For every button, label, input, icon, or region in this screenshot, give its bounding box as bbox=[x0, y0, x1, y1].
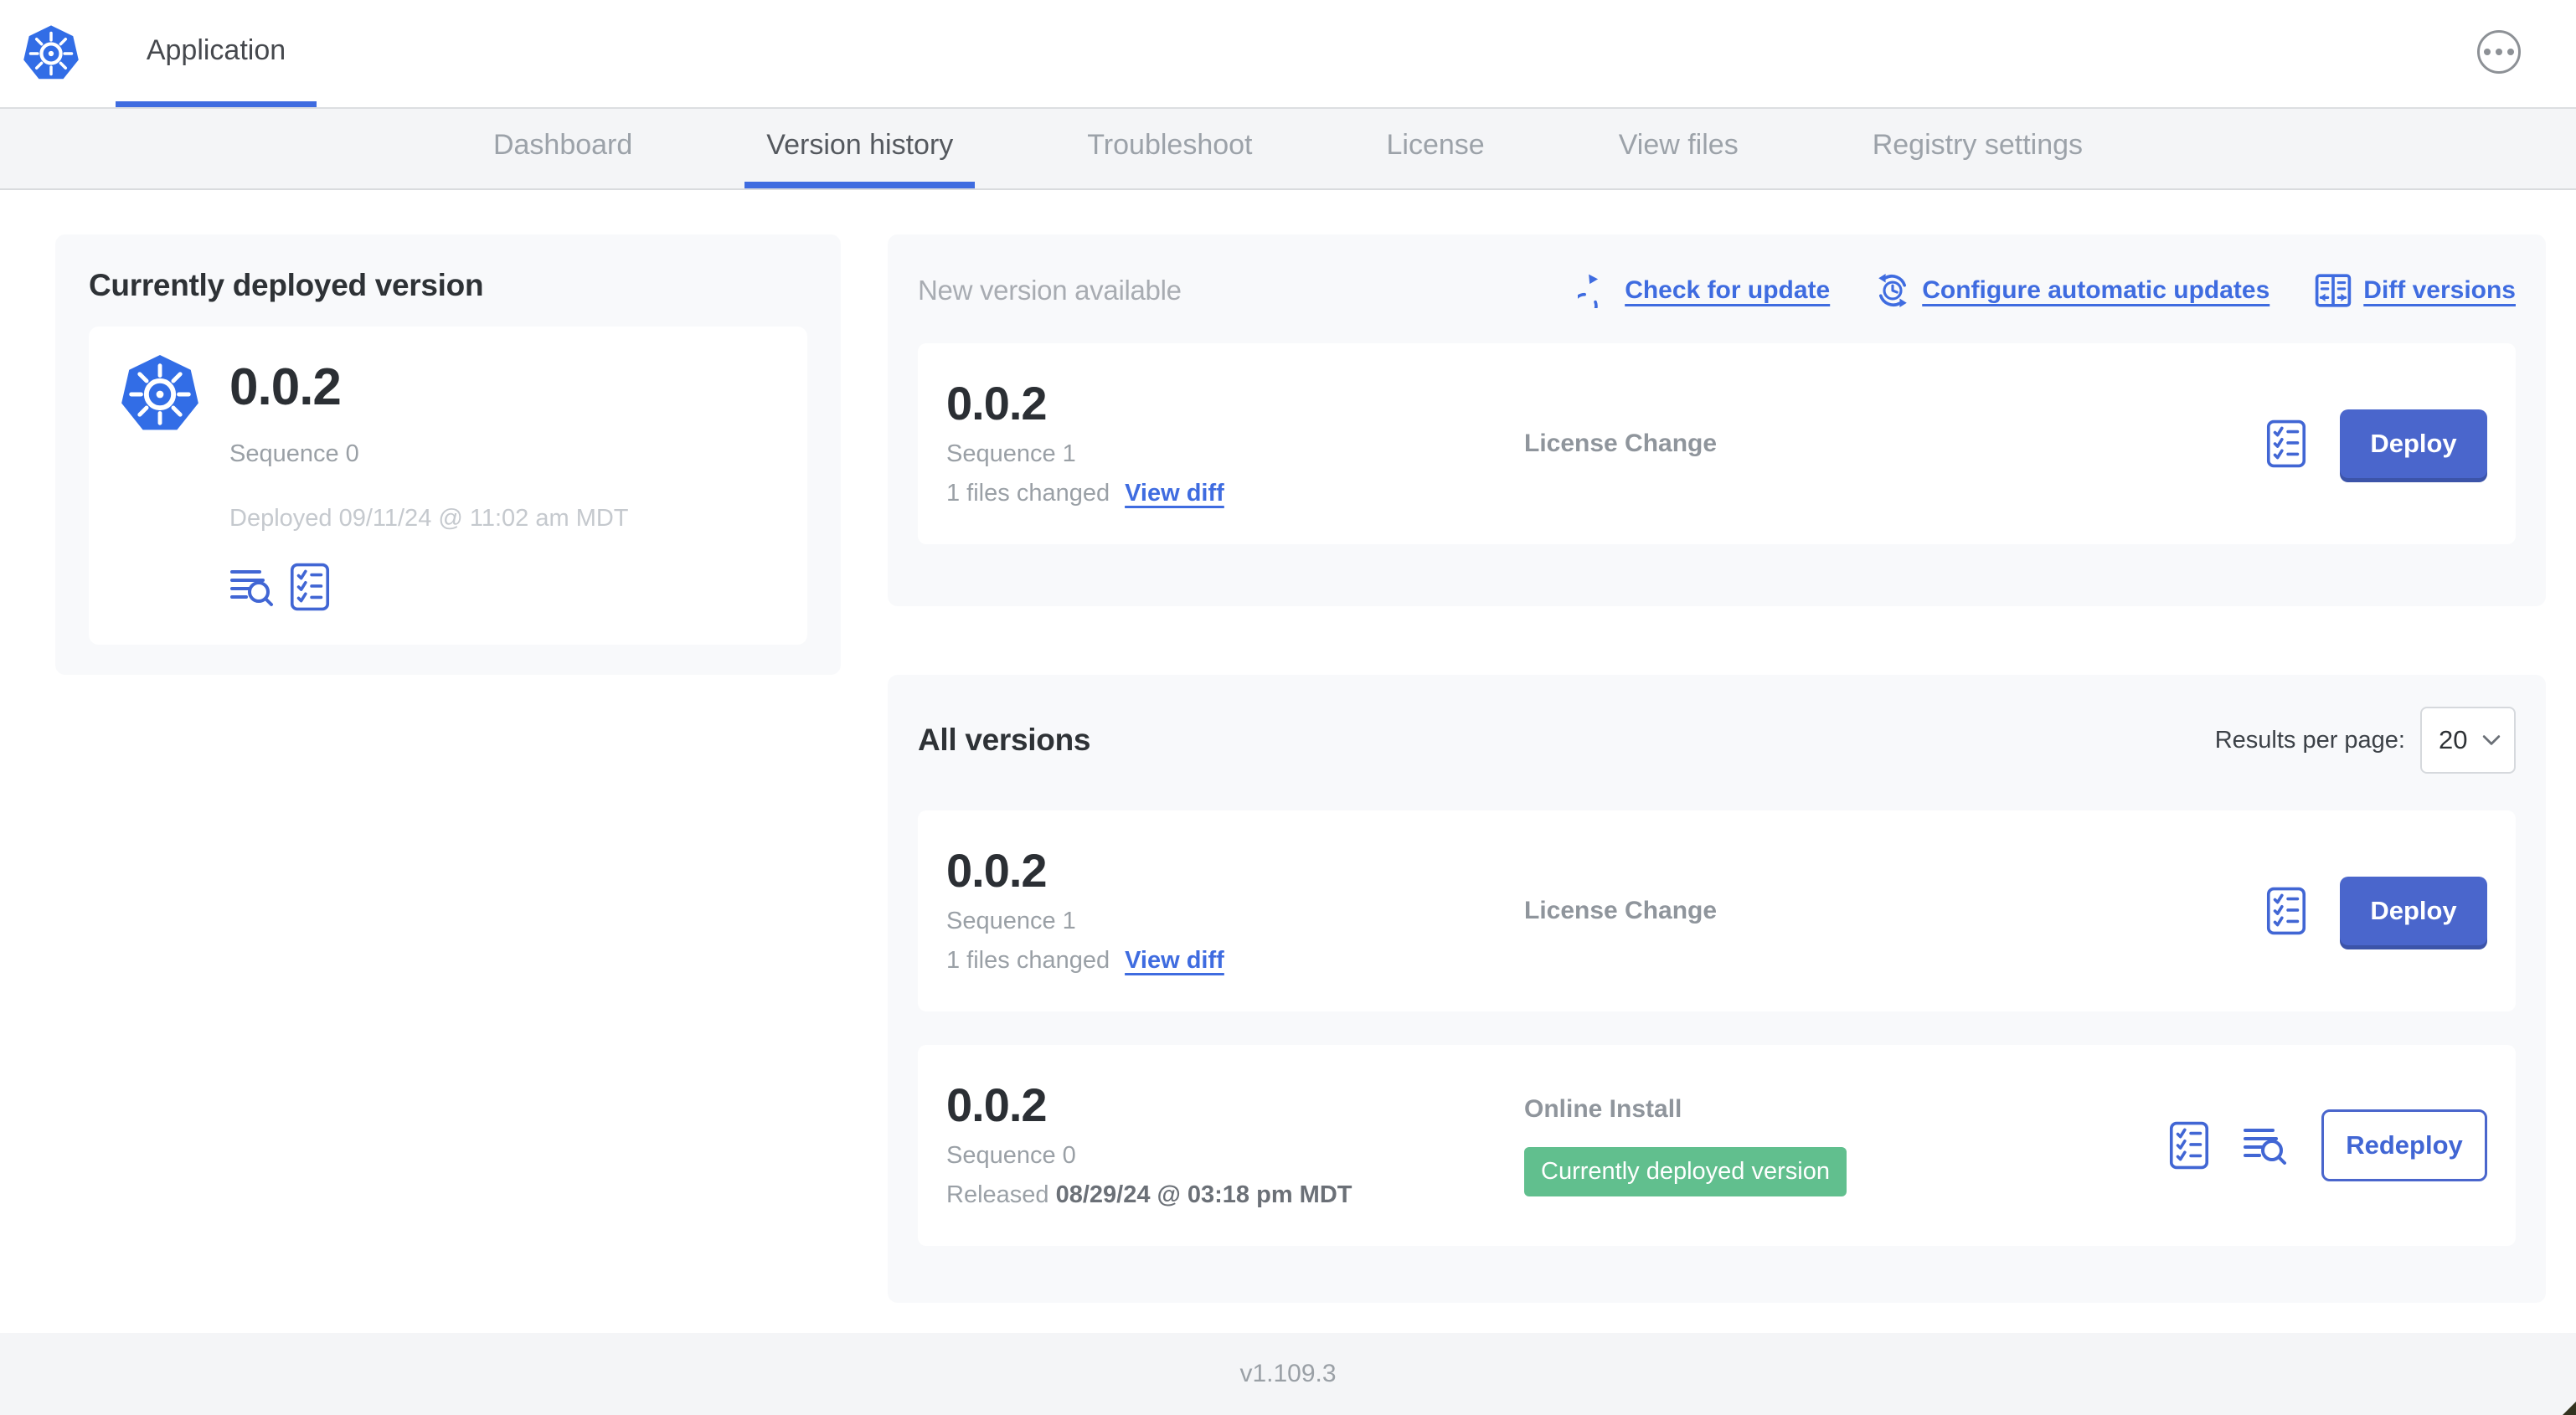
nav-tab-dashboard[interactable]: Dashboard bbox=[471, 109, 654, 188]
app-footer: v1.109.3 bbox=[0, 1333, 2576, 1415]
release-source-label: License Change bbox=[1524, 897, 1718, 924]
secondary-nav: Dashboard Version history Troubleshoot L… bbox=[0, 109, 2576, 190]
all-versions-panel: All versions Results per page: 20 0.0.2 … bbox=[888, 675, 2546, 1303]
sequence-label: Sequence 0 bbox=[229, 440, 359, 467]
version-row: 0.0.2 Sequence 1 1 files changed View di… bbox=[918, 810, 2516, 1011]
overflow-menu-button[interactable] bbox=[2477, 30, 2521, 74]
version-source: Online Install Currently deployed versio… bbox=[1496, 1095, 2169, 1196]
nav-tab-version-history[interactable]: Version history bbox=[744, 109, 976, 188]
nav-tab-view-files[interactable]: View files bbox=[1597, 109, 1760, 188]
checklist-icon bbox=[290, 563, 330, 611]
all-versions-header: All versions Results per page: 20 bbox=[918, 707, 2516, 774]
diff-versions-link[interactable]: Diff versions bbox=[2315, 273, 2516, 308]
preflight-checks-button[interactable] bbox=[2169, 1121, 2209, 1170]
version-actions: Deploy bbox=[2266, 409, 2487, 478]
configure-automatic-updates-link[interactable]: Configure automatic updates bbox=[1875, 273, 2269, 308]
deployed-version-info: 0.0.2 Sequence 0 Deployed 09/11/24 @ 11:… bbox=[229, 350, 629, 621]
redeploy-button[interactable]: Redeploy bbox=[2321, 1109, 2487, 1181]
console-version: v1.109.3 bbox=[1239, 1360, 1337, 1387]
version-number: 0.0.2 bbox=[946, 1078, 1048, 1131]
checklist-icon bbox=[2266, 419, 2306, 468]
currently-deployed-badge: Currently deployed version bbox=[1524, 1146, 1847, 1196]
currently-deployed-title: Currently deployed version bbox=[89, 268, 484, 302]
version-info: 0.0.2 Sequence 1 1 files changed View di… bbox=[946, 380, 1496, 507]
nav-tab-registry-settings[interactable]: Registry settings bbox=[1851, 109, 2105, 188]
view-logs-button[interactable] bbox=[2243, 1124, 2288, 1166]
diff-icon bbox=[2316, 274, 2352, 307]
app-title: Application bbox=[146, 34, 286, 66]
release-source-label: License Change bbox=[1524, 430, 1718, 457]
logs-search-icon bbox=[2244, 1129, 2286, 1165]
deploy-button[interactable]: Deploy bbox=[2340, 877, 2487, 945]
new-version-actions: Check for update Configure automatic upd… bbox=[1578, 273, 2516, 308]
kubernetes-logo-icon bbox=[121, 354, 198, 430]
released-timestamp: 08/29/24 @ 03:18 pm MDT bbox=[1055, 1181, 1352, 1208]
deployed-timestamp: Deployed 09/11/24 @ 11:02 am MDT bbox=[229, 505, 629, 532]
view-diff-link[interactable]: View diff bbox=[1125, 947, 1224, 975]
deployed-version-card: 0.0.2 Sequence 0 Deployed 09/11/24 @ 11:… bbox=[89, 327, 807, 645]
view-logs-button[interactable] bbox=[229, 566, 275, 608]
files-changed-label: 1 files changed bbox=[946, 480, 1110, 507]
version-number: 0.0.2 bbox=[946, 844, 1048, 897]
results-per-page-label: Results per page: bbox=[2214, 726, 2405, 754]
refresh-icon bbox=[1578, 274, 1599, 308]
app-header: Application bbox=[0, 0, 2576, 109]
released-label: Released bbox=[946, 1181, 1049, 1208]
version-actions: Deploy bbox=[2266, 877, 2487, 945]
deployed-version-actions bbox=[229, 563, 629, 611]
chevron-down-icon bbox=[2482, 735, 2501, 745]
sequence-label: Sequence 1 bbox=[946, 908, 1076, 934]
new-version-panel: New version available Check for update C… bbox=[888, 234, 2546, 606]
version-info: 0.0.2 Sequence 0 Released 08/29/24 @ 03:… bbox=[946, 1082, 1496, 1209]
sequence-label: Sequence 0 bbox=[946, 1142, 1076, 1169]
new-version-row: 0.0.2 Sequence 1 1 files changed View di… bbox=[918, 343, 2516, 544]
version-row: 0.0.2 Sequence 0 Released 08/29/24 @ 03:… bbox=[918, 1045, 2516, 1246]
version-actions: Redeploy bbox=[2169, 1109, 2487, 1181]
preflight-checks-button[interactable] bbox=[290, 563, 330, 611]
tab-application[interactable]: Application bbox=[116, 0, 317, 107]
ellipsis-icon bbox=[2484, 49, 2514, 55]
checklist-icon bbox=[2266, 887, 2306, 935]
new-version-header: New version available Check for update C… bbox=[918, 273, 2516, 308]
new-version-title: New version available bbox=[918, 275, 1182, 306]
preflight-checks-button[interactable] bbox=[2266, 887, 2306, 935]
nav-tab-troubleshoot[interactable]: Troubleshoot bbox=[1065, 109, 1274, 188]
version-source: License Change bbox=[1496, 897, 2266, 925]
release-source-label: Online Install bbox=[1524, 1094, 1682, 1123]
view-diff-link[interactable]: View diff bbox=[1125, 480, 1224, 507]
check-for-update-link[interactable]: Check for update bbox=[1578, 273, 1830, 308]
preflight-checks-button[interactable] bbox=[2266, 419, 2306, 468]
version-number: 0.0.2 bbox=[229, 358, 342, 416]
selected-value: 20 bbox=[2439, 725, 2468, 754]
currently-deployed-panel: Currently deployed version 0.0.2 Sequenc… bbox=[55, 234, 841, 675]
deploy-button[interactable]: Deploy bbox=[2340, 409, 2487, 478]
cursor-artifact bbox=[2563, 1402, 2576, 1415]
results-per-page-select[interactable]: 20 bbox=[2420, 707, 2516, 774]
nav-tab-license[interactable]: License bbox=[1365, 109, 1507, 188]
checklist-icon bbox=[2169, 1121, 2209, 1170]
version-source: License Change bbox=[1496, 430, 2266, 458]
version-number: 0.0.2 bbox=[946, 377, 1048, 430]
version-info: 0.0.2 Sequence 1 1 files changed View di… bbox=[946, 847, 1496, 975]
all-versions-title: All versions bbox=[918, 723, 1091, 757]
files-changed-label: 1 files changed bbox=[946, 947, 1110, 974]
kubernetes-logo-icon bbox=[23, 25, 79, 80]
clock-refresh-icon bbox=[1878, 274, 1908, 307]
results-per-page: Results per page: 20 bbox=[2215, 707, 2516, 774]
logs-search-icon bbox=[230, 570, 273, 606]
sequence-label: Sequence 1 bbox=[946, 440, 1076, 467]
